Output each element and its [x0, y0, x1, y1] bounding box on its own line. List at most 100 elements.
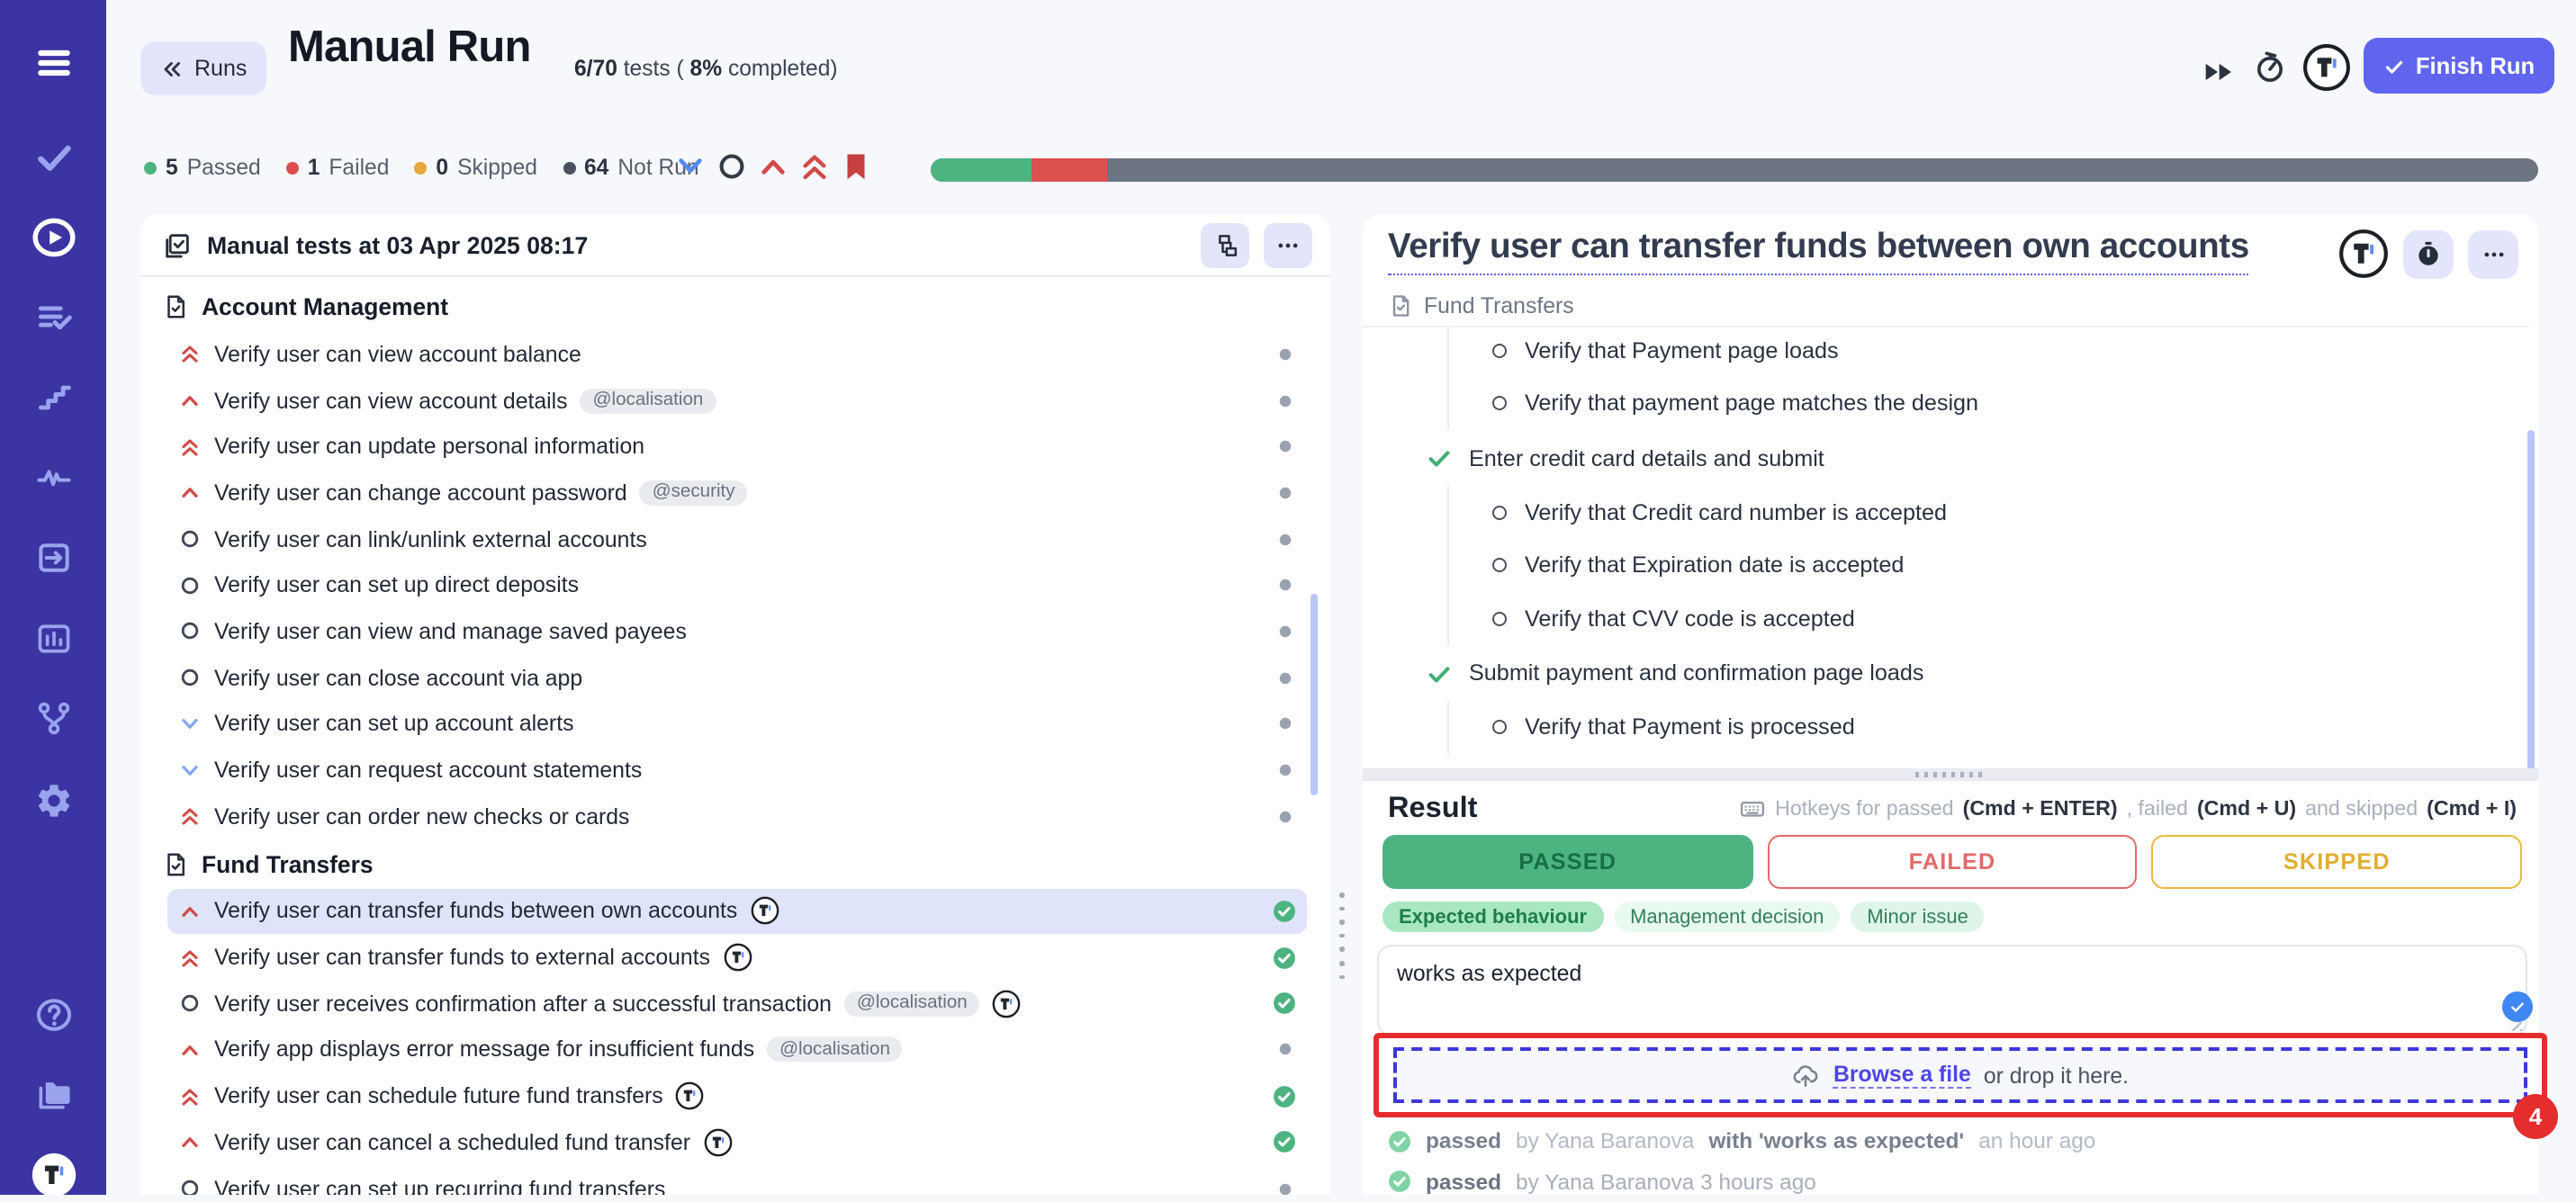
tests-more-button[interactable]	[1264, 222, 1312, 267]
test-row[interactable]: Verify user can set up recurring fund tr…	[167, 1165, 1307, 1195]
test-steps: Verify that Payment page loadsVerify tha…	[1363, 326, 2529, 774]
test-row[interactable]: Verify user receives confirmation after …	[167, 981, 1307, 1027]
timer-button[interactable]	[2403, 229, 2454, 278]
sidebar-item-analytics[interactable]	[33, 619, 73, 659]
substep-row[interactable]: Verify that Payment page loads	[1449, 326, 2529, 377]
run-progress-meta: 6/70 tests ( 8% completed)	[574, 56, 838, 81]
sidebar-item-menu[interactable]	[33, 43, 73, 83]
substep-row[interactable]: Verify that payment page matches the des…	[1449, 377, 2529, 430]
test-row[interactable]: Verify user can view account balance	[167, 331, 1307, 377]
status-dot	[563, 161, 575, 174]
suite-row[interactable]: Account Management	[140, 283, 1330, 331]
testomat-logo-icon[interactable]	[2302, 43, 2351, 92]
sidebar-item-imports[interactable]	[33, 538, 73, 578]
test-status-notrun	[1273, 343, 1296, 366]
breadcrumb[interactable]: Fund Transfers	[1388, 293, 1574, 318]
result-splitter-handle[interactable]	[1363, 768, 2538, 781]
fast-forward-icon[interactable]	[2200, 54, 2236, 90]
notrun-icon	[1275, 391, 1293, 409]
notrun-icon	[1275, 484, 1293, 502]
percent-completed: 8%	[690, 56, 723, 81]
test-row[interactable]: Verify user can order new checks or card…	[167, 794, 1307, 839]
test-row[interactable]: Verify user can link/unlink external acc…	[167, 516, 1307, 562]
quick-tag[interactable]: Minor issue	[1851, 902, 1985, 932]
chevron-down-icon[interactable]	[673, 149, 707, 184]
test-title: Verify user can close account via app	[214, 665, 582, 690]
test-row[interactable]: Verify user can close account via app	[167, 655, 1307, 701]
skipped-button[interactable]: SKIPPED	[2152, 835, 2522, 889]
test-row[interactable]: Verify user can set up direct deposits	[167, 562, 1307, 608]
test-row[interactable]: Verify user can cancel a scheduled fund …	[167, 1119, 1307, 1165]
quick-tag[interactable]: Management decision	[1614, 902, 1840, 932]
hotkeys-hint: Hotkeys for passed (Cmd + ENTER) , faile…	[1739, 795, 2517, 822]
submit-comment-button[interactable]	[2502, 991, 2533, 1022]
failed-button[interactable]: FAILED	[1767, 835, 2137, 889]
sidebar-item-settings[interactable]	[33, 781, 73, 821]
history-segment: with 'works as expected'	[1708, 1129, 1964, 1154]
comment-box[interactable]: works as expected	[1377, 945, 2527, 1036]
sidebar-item-tests[interactable]	[33, 137, 73, 176]
sidebar-item-milestones[interactable]	[33, 378, 73, 417]
substep-row[interactable]: Verify that CVV code is accepted	[1449, 592, 2529, 645]
stopwatch-icon[interactable]	[2252, 49, 2288, 85]
test-title: Verify app displays error message for in…	[214, 1037, 754, 1063]
test-row[interactable]: Verify user can view and manage saved pa…	[167, 608, 1307, 654]
panel-splitter-handle[interactable]	[1339, 893, 1344, 979]
step-row[interactable]: Submit payment and confirmation page loa…	[1363, 645, 2529, 701]
sidebar-item-runs[interactable]	[30, 214, 77, 261]
chevron-up-icon[interactable]	[756, 149, 790, 184]
sidebar-item-help[interactable]	[33, 995, 73, 1035]
hamburger-icon	[33, 43, 73, 83]
sidebar-item-branches[interactable]	[33, 698, 73, 738]
quick-tag[interactable]: Expected behaviour	[1383, 902, 1603, 932]
run-summary-stats: 5Passed1Failed0Skipped64Not Run	[144, 155, 699, 180]
substep-bullet-icon	[1492, 559, 1507, 573]
chevrons-up-icon[interactable]	[797, 149, 832, 184]
finish-run-button[interactable]: Finish Run	[2364, 38, 2554, 94]
activity-icon	[33, 457, 73, 497]
passed-icon	[1388, 1171, 1411, 1194]
breadcrumb-label: Fund Transfers	[1424, 293, 1574, 318]
sidebar-item-projects[interactable]	[33, 1074, 73, 1114]
step-passed-icon	[1426, 659, 1453, 686]
bookmark-icon[interactable]	[839, 149, 873, 184]
priority-medium-icon	[178, 389, 202, 412]
substep-row[interactable]: Verify that Payment is processed	[1449, 701, 2529, 754]
test-row[interactable]: Verify user can update personal informat…	[167, 424, 1307, 470]
run-title: Manual tests at 03 Apr 2025 08:17	[207, 231, 588, 258]
group-view-button[interactable]	[1201, 222, 1249, 267]
tests-count: 6/70	[574, 56, 617, 81]
back-to-runs-button[interactable]: Runs	[140, 41, 266, 95]
suite-row[interactable]: Fund Transfers	[140, 839, 1330, 888]
file-drop-zone[interactable]: Browse a file or drop it here.	[1393, 1047, 2527, 1103]
test-row[interactable]: Verify user can request account statemen…	[167, 747, 1307, 793]
test-status-notrun	[1273, 435, 1296, 458]
test-status-notrun	[1273, 389, 1296, 412]
sidebar-item-logo[interactable]	[30, 1152, 77, 1195]
tests-scrollbar[interactable]	[1311, 594, 1318, 795]
test-row[interactable]: Verify app displays error message for in…	[167, 1027, 1307, 1072]
run-icon	[162, 229, 193, 260]
test-status-notrun	[1273, 758, 1296, 782]
steps-scrollbar[interactable]	[2527, 430, 2535, 772]
testomat-badge-icon[interactable]	[2338, 229, 2389, 279]
sidebar-item-test-plans[interactable]	[33, 297, 73, 336]
test-row[interactable]: Verify user can transfer funds to extern…	[167, 935, 1307, 981]
circle-icon[interactable]	[715, 149, 749, 184]
test-row[interactable]: Verify user can view account details@loc…	[167, 377, 1307, 423]
sidebar-item-pulse[interactable]	[33, 457, 73, 497]
browse-file-link[interactable]: Browse a file	[1833, 1062, 1971, 1089]
detail-more-button[interactable]	[2468, 229, 2518, 278]
substep-row[interactable]: Verify that Credit card number is accept…	[1449, 486, 2529, 539]
test-row[interactable]: Verify user can change account password@…	[167, 470, 1307, 516]
test-row[interactable]: Verify user can set up account alerts	[167, 701, 1307, 747]
sign-in-icon	[33, 538, 73, 578]
substep-row[interactable]: Verify that Expiration date is accepted	[1449, 539, 2529, 592]
passed-button[interactable]: PASSED	[1383, 835, 1752, 889]
test-title[interactable]: Verify user can transfer funds between o…	[1388, 229, 2249, 275]
substep-bullet-icon	[1492, 506, 1507, 520]
test-row[interactable]: Verify user can schedule future fund tra…	[167, 1073, 1307, 1119]
step-row[interactable]: Enter credit card details and submit	[1363, 430, 2529, 486]
test-tag: @localisation	[767, 1037, 903, 1063]
test-row[interactable]: Verify user can transfer funds between o…	[167, 888, 1307, 934]
